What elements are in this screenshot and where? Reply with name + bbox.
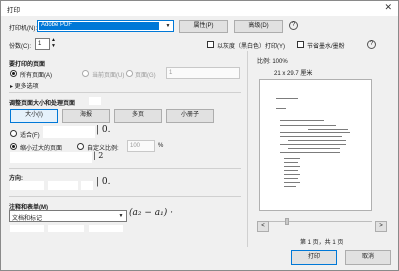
booklet-button[interactable]: 小册子 <box>166 109 214 123</box>
pages-range-value: 1 <box>169 70 173 76</box>
printer-selected-value: Adobe PDF <box>41 22 73 28</box>
preview-line <box>276 108 286 109</box>
math-snippet-2: | 2 <box>93 151 104 160</box>
orientation-placeholder-2 <box>48 181 78 190</box>
preview-line <box>284 182 300 183</box>
all-pages-radio[interactable] <box>10 70 17 77</box>
title-bar: 打印 ✕ <box>1 1 398 16</box>
preview-line <box>288 140 346 141</box>
chevron-down-icon: ▼ <box>163 21 173 31</box>
preview-line <box>280 136 342 137</box>
orientation-math-snippet: | 0. <box>96 177 111 187</box>
advanced-button[interactable]: 高级(D) <box>234 20 283 33</box>
preview-line <box>284 178 298 179</box>
next-page-button[interactable]: > <box>375 221 387 232</box>
section-divider <box>9 92 241 93</box>
pages-range-field[interactable]: 1 <box>166 67 240 79</box>
preview-page <box>259 79 372 211</box>
pages-range-label: 页面(G) <box>135 73 156 79</box>
printer-select[interactable]: Adobe PDF ▼ <box>37 20 174 32</box>
print-dialog: 打印 ✕ 打印机(N): Adobe PDF ▼ 属性(P) 高级(D) ? 份… <box>0 0 399 271</box>
slider-thumb[interactable] <box>285 218 289 225</box>
preview-scale-label: 比例: 100% <box>257 59 288 65</box>
section-divider-3 <box>9 196 241 197</box>
orientation-placeholder-1 <box>10 181 44 190</box>
grayscale-checkbox[interactable] <box>207 41 214 48</box>
preview-line <box>284 186 296 187</box>
preview-line <box>280 132 350 133</box>
comments-select[interactable]: 文档和标记 ▼ <box>9 210 127 222</box>
page-info: 第 1 页，共 1 页 <box>300 240 344 246</box>
window-title: 打印 <box>7 7 20 14</box>
comments-placeholder-2 <box>48 225 84 232</box>
current-page-radio[interactable] <box>82 70 89 77</box>
multiple-pages-button[interactable]: 多页 <box>114 109 162 123</box>
properties-button[interactable]: 属性(P) <box>179 20 228 33</box>
fit-placeholder <box>43 126 95 138</box>
current-page-label: 当前页面(U) <box>92 73 125 79</box>
pages-heading: 要打印的页面 <box>9 62 46 68</box>
preview-paper-size: 21 x 29.7 厘米 <box>274 71 313 77</box>
preview-line <box>284 174 300 175</box>
preview-line <box>280 125 336 126</box>
comments-placeholder-3 <box>89 225 123 232</box>
pages-range-radio[interactable] <box>126 70 133 77</box>
preview-line <box>280 144 346 145</box>
sizing-heading-artifact <box>89 97 101 105</box>
poster-button[interactable]: 海报 <box>62 109 110 123</box>
preview-line <box>280 152 340 153</box>
copies-field[interactable]: 1 <box>35 38 50 50</box>
fit-label: 适合(F) <box>20 133 40 139</box>
comments-placeholder-1 <box>10 225 44 232</box>
copies-value: 1 <box>38 41 42 47</box>
preview-line <box>288 148 340 149</box>
custom-scale-value: 100 <box>130 143 141 149</box>
printer-label: 打印机(N): <box>9 26 37 32</box>
save-ink-checkbox[interactable] <box>297 41 304 48</box>
placeholder-block <box>10 152 92 163</box>
preview-line <box>280 120 324 121</box>
math-snippet: | 0. <box>96 125 111 135</box>
save-ink-label: 节省墨水/墨粉 <box>307 44 345 50</box>
all-pages-label: 所有页面(A) <box>20 73 52 79</box>
prev-page-button[interactable]: < <box>257 221 269 232</box>
shrink-label: 缩小过大的页面 <box>20 146 63 152</box>
copies-stepper-icon[interactable]: ▲ ▼ <box>51 37 56 49</box>
comments-selected-value: 文档和标记 <box>12 216 43 222</box>
custom-scale-field[interactable]: 100 <box>127 140 155 152</box>
formula-snippet: (a₂ − a₁) · <box>129 208 173 218</box>
fit-radio[interactable] <box>10 130 17 137</box>
cancel-button[interactable]: 取消 <box>345 250 391 265</box>
copies-label: 份数(C): <box>9 44 31 50</box>
chevron-down-icon: ▼ <box>116 211 126 221</box>
preview-line <box>284 162 298 163</box>
preview-line <box>308 129 348 130</box>
section-divider-2 <box>9 168 241 169</box>
close-icon[interactable]: ✕ <box>384 2 392 13</box>
help-icon[interactable]: ? <box>289 21 298 30</box>
preview-line <box>284 170 298 171</box>
more-options-link[interactable]: ▸ 更多选项 <box>10 81 39 90</box>
shrink-radio[interactable] <box>10 143 17 150</box>
preview-line <box>276 98 298 99</box>
custom-scale-radio[interactable] <box>77 143 84 150</box>
save-ink-help-icon[interactable]: ? <box>367 40 376 49</box>
orientation-placeholder-3 <box>81 181 93 190</box>
sizing-heading: 调整页面大小和处理页面 <box>9 101 76 107</box>
preview-line <box>284 166 300 167</box>
preview-line <box>284 158 300 159</box>
percent-label: % <box>158 143 164 149</box>
grayscale-label: 以灰度（黑白色）打印(Y) <box>217 44 285 50</box>
print-button[interactable]: 打印 <box>291 250 337 265</box>
size-button[interactable]: 大小(I) <box>10 109 58 123</box>
page-slider[interactable] <box>259 218 372 225</box>
slider-track <box>259 221 372 222</box>
